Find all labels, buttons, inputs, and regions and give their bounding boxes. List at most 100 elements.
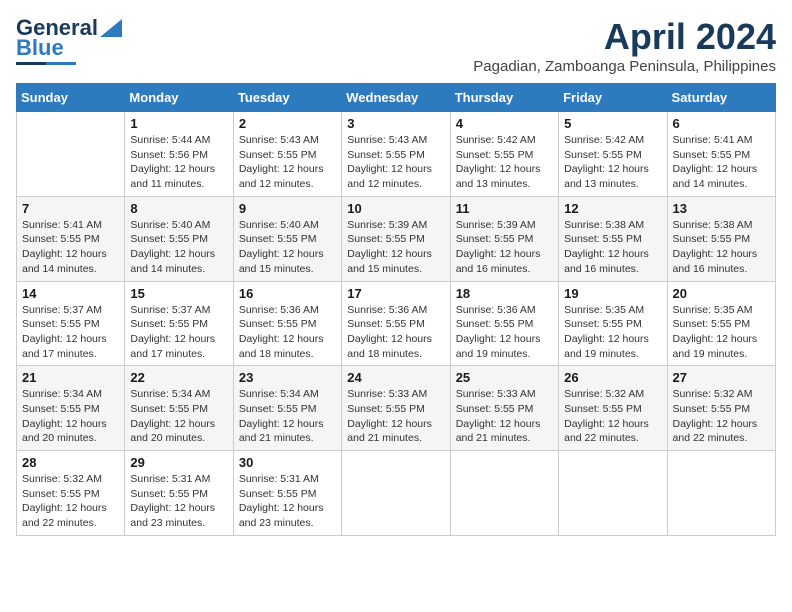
day-number: 24 xyxy=(347,370,444,385)
day-number: 23 xyxy=(239,370,336,385)
day-detail: Sunrise: 5:32 AM Sunset: 5:55 PM Dayligh… xyxy=(564,387,661,446)
day-detail: Sunrise: 5:36 AM Sunset: 5:55 PM Dayligh… xyxy=(456,303,553,362)
calendar-cell: 11 Sunrise: 5:39 AM Sunset: 5:55 PM Dayli… xyxy=(450,196,558,281)
month-title: April 2024 xyxy=(473,16,776,58)
day-number: 4 xyxy=(456,116,553,131)
weekday-header-monday: Monday xyxy=(125,84,233,112)
calendar-cell: 25 Sunrise: 5:33 AM Sunset: 5:55 PM Dayli… xyxy=(450,366,558,451)
weekday-header-thursday: Thursday xyxy=(450,84,558,112)
weekday-header-friday: Friday xyxy=(559,84,667,112)
day-number: 1 xyxy=(130,116,227,131)
day-number: 5 xyxy=(564,116,661,131)
calendar-cell: 24 Sunrise: 5:33 AM Sunset: 5:55 PM Dayli… xyxy=(342,366,450,451)
location-title: Pagadian, Zamboanga Peninsula, Philippin… xyxy=(473,58,776,75)
calendar-week-2: 7Sunrise: 5:41 AM Sunset: 5:55 PM Daylig… xyxy=(17,196,776,281)
day-detail: Sunrise: 5:32 AM Sunset: 5:55 PM Dayligh… xyxy=(673,387,770,446)
calendar-cell: 6Sunrise: 5:41 AM Sunset: 5:55 PM Daylig… xyxy=(667,112,775,197)
day-detail: Sunrise: 5:32 AM Sunset: 5:55 PM Dayligh… xyxy=(22,472,119,531)
day-detail: Sunrise: 5:40 AM Sunset: 5:55 PM Dayligh… xyxy=(130,218,227,277)
day-number: 12 xyxy=(564,201,661,216)
calendar-cell: 1Sunrise: 5:44 AM Sunset: 5:56 PM Daylig… xyxy=(125,112,233,197)
calendar-cell: 2 Sunrise: 5:43 AM Sunset: 5:55 PM Daylig… xyxy=(233,112,341,197)
calendar-week-4: 21 Sunrise: 5:34 AM Sunset: 5:55 PM Dayli… xyxy=(17,366,776,451)
logo: General Blue xyxy=(16,16,122,65)
day-detail: Sunrise: 5:37 AM Sunset: 5:55 PM Dayligh… xyxy=(22,303,119,362)
logo-divider xyxy=(16,62,76,65)
calendar-cell: 17 Sunrise: 5:36 AM Sunset: 5:55 PM Dayli… xyxy=(342,281,450,366)
calendar-table: SundayMondayTuesdayWednesdayThursdayFrid… xyxy=(16,83,776,536)
day-detail: Sunrise: 5:31 AM Sunset: 5:55 PM Dayligh… xyxy=(239,472,336,531)
calendar-cell: 19 Sunrise: 5:35 AM Sunset: 5:55 PM Dayli… xyxy=(559,281,667,366)
calendar-cell: 12 Sunrise: 5:38 AM Sunset: 5:55 PM Dayli… xyxy=(559,196,667,281)
calendar-cell: 4Sunrise: 5:42 AM Sunset: 5:55 PM Daylig… xyxy=(450,112,558,197)
day-detail: Sunrise: 5:39 AM Sunset: 5:55 PM Dayligh… xyxy=(456,218,553,277)
day-number: 10 xyxy=(347,201,444,216)
day-detail: Sunrise: 5:34 AM Sunset: 5:55 PM Dayligh… xyxy=(239,387,336,446)
day-detail: Sunrise: 5:33 AM Sunset: 5:55 PM Dayligh… xyxy=(347,387,444,446)
calendar-cell xyxy=(342,451,450,536)
day-detail: Sunrise: 5:40 AM Sunset: 5:55 PM Dayligh… xyxy=(239,218,336,277)
day-detail: Sunrise: 5:35 AM Sunset: 5:55 PM Dayligh… xyxy=(564,303,661,362)
day-detail: Sunrise: 5:37 AM Sunset: 5:55 PM Dayligh… xyxy=(130,303,227,362)
day-number: 18 xyxy=(456,286,553,301)
day-detail: Sunrise: 5:31 AM Sunset: 5:55 PM Dayligh… xyxy=(130,472,227,531)
calendar-cell: 16 Sunrise: 5:36 AM Sunset: 5:55 PM Dayli… xyxy=(233,281,341,366)
day-detail: Sunrise: 5:35 AM Sunset: 5:55 PM Dayligh… xyxy=(673,303,770,362)
day-number: 20 xyxy=(673,286,770,301)
day-number: 29 xyxy=(130,455,227,470)
calendar-cell xyxy=(559,451,667,536)
calendar-cell: 26Sunrise: 5:32 AM Sunset: 5:55 PM Dayli… xyxy=(559,366,667,451)
day-number: 21 xyxy=(22,370,119,385)
calendar-cell xyxy=(667,451,775,536)
logo-text-blue: Blue xyxy=(16,36,64,60)
day-number: 27 xyxy=(673,370,770,385)
day-number: 2 xyxy=(239,116,336,131)
day-detail: Sunrise: 5:39 AM Sunset: 5:55 PM Dayligh… xyxy=(347,218,444,277)
weekday-header-tuesday: Tuesday xyxy=(233,84,341,112)
day-number: 13 xyxy=(673,201,770,216)
calendar-cell: 8 Sunrise: 5:40 AM Sunset: 5:55 PM Daylig… xyxy=(125,196,233,281)
day-detail: Sunrise: 5:42 AM Sunset: 5:55 PM Dayligh… xyxy=(564,133,661,192)
day-detail: Sunrise: 5:36 AM Sunset: 5:55 PM Dayligh… xyxy=(239,303,336,362)
day-detail: Sunrise: 5:34 AM Sunset: 5:55 PM Dayligh… xyxy=(130,387,227,446)
calendar-cell: 18 Sunrise: 5:36 AM Sunset: 5:55 PM Dayli… xyxy=(450,281,558,366)
calendar-cell: 13Sunrise: 5:38 AM Sunset: 5:55 PM Dayli… xyxy=(667,196,775,281)
day-number: 25 xyxy=(456,370,553,385)
day-number: 17 xyxy=(347,286,444,301)
day-number: 28 xyxy=(22,455,119,470)
day-detail: Sunrise: 5:41 AM Sunset: 5:55 PM Dayligh… xyxy=(673,133,770,192)
calendar-cell: 20 Sunrise: 5:35 AM Sunset: 5:55 PM Dayli… xyxy=(667,281,775,366)
page-header: General Blue April 2024 Pagadian, Zamboa… xyxy=(16,16,776,75)
calendar-cell: 9Sunrise: 5:40 AM Sunset: 5:55 PM Daylig… xyxy=(233,196,341,281)
day-detail: Sunrise: 5:34 AM Sunset: 5:55 PM Dayligh… xyxy=(22,387,119,446)
calendar-cell: 30 Sunrise: 5:31 AM Sunset: 5:55 PM Dayli… xyxy=(233,451,341,536)
day-detail: Sunrise: 5:33 AM Sunset: 5:55 PM Dayligh… xyxy=(456,387,553,446)
day-detail: Sunrise: 5:41 AM Sunset: 5:55 PM Dayligh… xyxy=(22,218,119,277)
calendar-week-3: 14 Sunrise: 5:37 AM Sunset: 5:55 PM Dayli… xyxy=(17,281,776,366)
calendar-body: 1Sunrise: 5:44 AM Sunset: 5:56 PM Daylig… xyxy=(17,112,776,536)
calendar-cell: 10 Sunrise: 5:39 AM Sunset: 5:55 PM Dayli… xyxy=(342,196,450,281)
title-section: April 2024 Pagadian, Zamboanga Peninsula… xyxy=(473,16,776,75)
day-number: 11 xyxy=(456,201,553,216)
day-detail: Sunrise: 5:38 AM Sunset: 5:55 PM Dayligh… xyxy=(564,218,661,277)
day-detail: Sunrise: 5:43 AM Sunset: 5:55 PM Dayligh… xyxy=(239,133,336,192)
day-number: 16 xyxy=(239,286,336,301)
day-number: 14 xyxy=(22,286,119,301)
calendar-cell: 3 Sunrise: 5:43 AM Sunset: 5:55 PM Daylig… xyxy=(342,112,450,197)
day-detail: Sunrise: 5:36 AM Sunset: 5:55 PM Dayligh… xyxy=(347,303,444,362)
calendar-cell: 28 Sunrise: 5:32 AM Sunset: 5:55 PM Dayli… xyxy=(17,451,125,536)
calendar-cell: 29 Sunrise: 5:31 AM Sunset: 5:55 PM Dayli… xyxy=(125,451,233,536)
day-number: 15 xyxy=(130,286,227,301)
weekday-header-sunday: Sunday xyxy=(17,84,125,112)
day-number: 3 xyxy=(347,116,444,131)
day-detail: Sunrise: 5:43 AM Sunset: 5:55 PM Dayligh… xyxy=(347,133,444,192)
calendar-cell xyxy=(450,451,558,536)
day-number: 30 xyxy=(239,455,336,470)
day-number: 19 xyxy=(564,286,661,301)
calendar-header-row: SundayMondayTuesdayWednesdayThursdayFrid… xyxy=(17,84,776,112)
calendar-cell: 21 Sunrise: 5:34 AM Sunset: 5:55 PM Dayli… xyxy=(17,366,125,451)
calendar-cell: 14 Sunrise: 5:37 AM Sunset: 5:55 PM Dayli… xyxy=(17,281,125,366)
calendar-cell: 27 Sunrise: 5:32 AM Sunset: 5:55 PM Dayli… xyxy=(667,366,775,451)
day-number: 8 xyxy=(130,201,227,216)
calendar-cell xyxy=(17,112,125,197)
